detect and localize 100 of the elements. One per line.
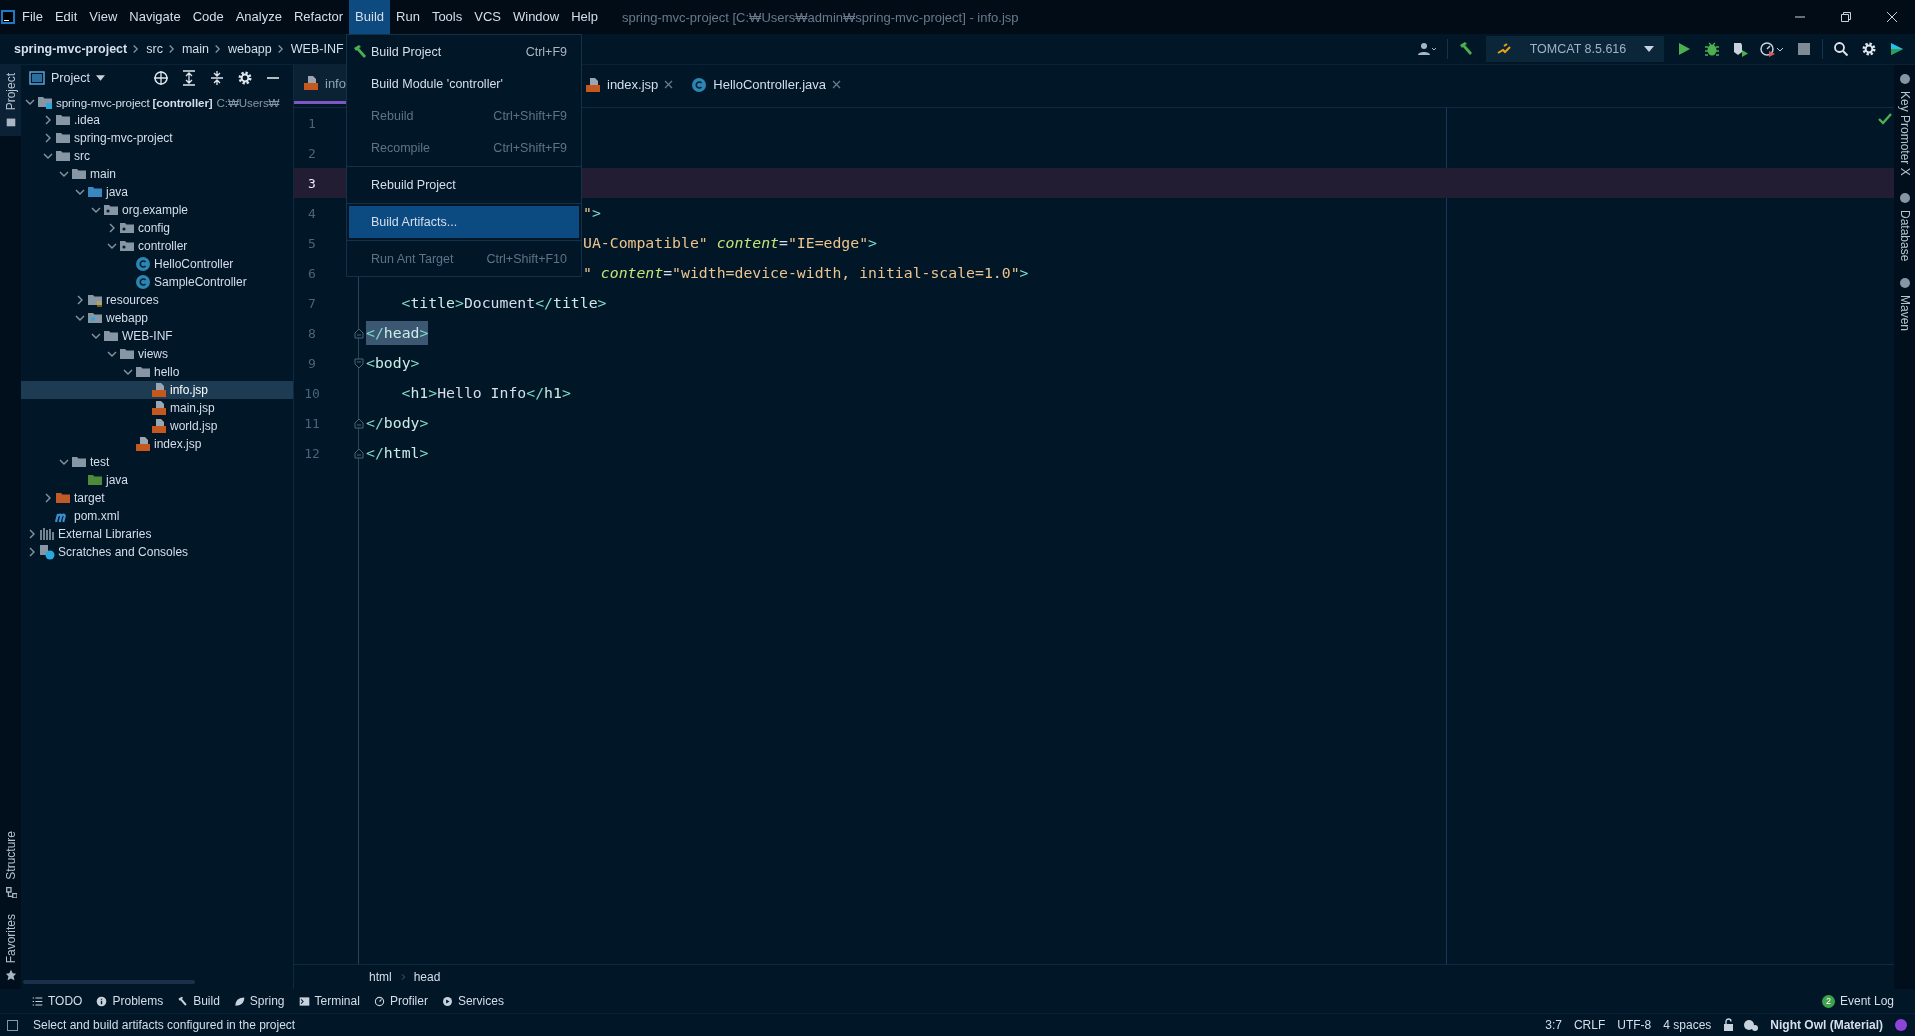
tree-item[interactable]: .idea xyxy=(21,111,293,129)
plugin-logo-icon[interactable] xyxy=(1889,41,1905,57)
tree-item[interactable]: index.jsp xyxy=(21,435,293,453)
stop-icon[interactable] xyxy=(1796,41,1812,57)
tool-window-button[interactable]: Problems xyxy=(96,994,164,1008)
editor-tab[interactable]: HelloController.java xyxy=(682,65,851,107)
tree-item[interactable]: java xyxy=(21,471,293,489)
hammer-icon[interactable] xyxy=(1458,41,1474,57)
tree-item[interactable]: main xyxy=(21,165,293,183)
menu-item[interactable]: Build Project Ctrl+F9 xyxy=(349,36,579,68)
user-icon[interactable] xyxy=(1417,41,1437,57)
tool-window-button[interactable]: TODO xyxy=(32,994,83,1008)
tree-item[interactable]: Scratches and Consoles xyxy=(21,543,293,561)
tree-item[interactable]: webapp xyxy=(21,309,293,327)
tree-item[interactable]: info.jsp xyxy=(21,381,293,399)
menu-bar-item[interactable]: Tools xyxy=(425,0,469,34)
tree-item[interactable]: SampleController xyxy=(21,273,293,291)
menu-bar-item[interactable]: Help xyxy=(565,0,604,34)
tool-window-tab[interactable]: Favorites xyxy=(0,905,21,989)
status-item[interactable]: UTF-8 xyxy=(1617,1018,1652,1032)
tree-item[interactable]: src xyxy=(21,147,293,165)
fold-marker-icon[interactable] xyxy=(354,357,364,369)
menu-item[interactable]: Build Module 'controller' xyxy=(349,68,579,100)
restore-icon[interactable] xyxy=(1840,11,1852,23)
lock-icon[interactable] xyxy=(1723,1018,1736,1032)
tree-item[interactable]: spring-mvc-project xyxy=(21,129,293,147)
status-item[interactable]: CRLF xyxy=(1573,1018,1606,1032)
theme-name[interactable]: Night Owl (Material) xyxy=(1770,1018,1883,1032)
status-item[interactable]: 4 spaces xyxy=(1663,1018,1712,1032)
tool-icon xyxy=(1899,73,1911,85)
tree-item[interactable]: org.example xyxy=(21,201,293,219)
tool-window-button[interactable]: Terminal xyxy=(298,994,360,1008)
breadcrumb-item[interactable]: head xyxy=(413,970,441,984)
menu-item[interactable]: Build Artifacts... xyxy=(349,206,579,238)
tree-item[interactable]: main.jsp xyxy=(21,399,293,417)
tool-window-tab[interactable]: Database xyxy=(1894,183,1915,270)
menu-bar-item[interactable]: View xyxy=(83,0,124,34)
palette-icon[interactable] xyxy=(1743,1018,1759,1032)
view-selector[interactable]: Project xyxy=(29,70,105,86)
bug-icon[interactable] xyxy=(1704,41,1720,57)
code-line: " content="width=device-width, initial-scale=1.0"> xyxy=(583,263,1029,283)
breadcrumb-item[interactable]: webapp xyxy=(228,42,272,56)
search-icon[interactable] xyxy=(1833,41,1849,57)
menu-bar-item[interactable]: Navigate xyxy=(123,0,187,34)
settings-icon[interactable] xyxy=(237,70,253,86)
tree-item[interactable]: controller xyxy=(21,237,293,255)
tool-window-tab[interactable]: Maven xyxy=(1894,269,1915,340)
tool-window-button[interactable]: Services xyxy=(441,994,504,1008)
tree-item[interactable]: config xyxy=(21,219,293,237)
fold-marker-icon[interactable] xyxy=(354,417,364,429)
tree-item[interactable]: world.jsp xyxy=(21,417,293,435)
menu-bar-item[interactable]: Refactor xyxy=(287,0,350,34)
expand-all-icon[interactable] xyxy=(181,70,197,86)
breadcrumb-item[interactable]: WEB-INF xyxy=(290,42,344,56)
menu-bar-item[interactable]: Edit xyxy=(48,0,84,34)
tree-item[interactable]: target xyxy=(21,489,293,507)
tree-item[interactable]: views xyxy=(21,345,293,363)
run-configuration-dropdown[interactable]: TOMCAT 8.5.616 xyxy=(1486,36,1664,62)
tree-item[interactable]: resources xyxy=(21,291,293,309)
fold-marker-icon[interactable] xyxy=(354,327,364,339)
tool-window-tab[interactable]: Project xyxy=(0,65,21,137)
tree-item[interactable]: hello xyxy=(21,363,293,381)
tree-item[interactable]: spring-mvc-project [controller] C:₩Users₩ xyxy=(21,93,293,111)
tree-item[interactable]: HelloController xyxy=(21,255,293,273)
status-icon[interactable] xyxy=(1895,1019,1907,1031)
menu-bar-item[interactable]: VCS xyxy=(468,0,507,34)
settings-icon[interactable] xyxy=(1861,41,1877,57)
tool-window-button[interactable]: Build xyxy=(177,994,220,1008)
coverage-icon[interactable] xyxy=(1732,41,1748,57)
menu-bar-item[interactable]: Code xyxy=(186,0,230,34)
menu-bar-item[interactable]: Analyze xyxy=(229,0,288,34)
fold-marker-icon[interactable] xyxy=(354,447,364,459)
tool-window-tab[interactable]: Key Promoter X xyxy=(1894,65,1915,184)
tree-item[interactable]: External Libraries xyxy=(21,525,293,543)
panel-icon[interactable] xyxy=(6,1018,19,1032)
tree-item[interactable]: WEB-INF xyxy=(21,327,293,345)
tree-item[interactable]: java xyxy=(21,183,293,201)
menu-bar-item[interactable]: Window xyxy=(506,0,566,34)
menu-bar-item[interactable]: File xyxy=(16,0,49,34)
folder-icon xyxy=(71,166,87,182)
status-item[interactable]: 3:7 xyxy=(1545,1018,1562,1032)
collapse-all-icon[interactable] xyxy=(209,70,225,86)
menu-bar-item[interactable]: Build xyxy=(349,0,390,34)
run-icon[interactable] xyxy=(1676,41,1692,57)
tool-window-tab[interactable]: Structure xyxy=(0,822,21,906)
tree-item[interactable]: pom.xml xyxy=(21,507,293,525)
tool-window-button[interactable]: Spring xyxy=(233,994,285,1008)
tree-item[interactable]: test xyxy=(21,453,293,471)
tool-window-button[interactable]: Profiler xyxy=(373,994,428,1008)
breadcrumb-item[interactable]: src xyxy=(146,42,163,56)
menu-item[interactable]: Rebuild Project xyxy=(349,169,579,201)
menu-bar-item[interactable]: Run xyxy=(390,0,426,34)
locate-icon[interactable] xyxy=(153,70,169,86)
breadcrumb-item[interactable]: main xyxy=(181,42,209,56)
event-log-button[interactable]: 2 Event Log xyxy=(1821,994,1894,1008)
code-line: "> xyxy=(583,203,601,223)
breadcrumb-item[interactable]: html xyxy=(369,970,392,984)
breadcrumb-item[interactable]: spring-mvc-project xyxy=(14,42,128,56)
line-number: 11 xyxy=(303,415,321,431)
profiler-icon[interactable] xyxy=(1760,41,1784,57)
